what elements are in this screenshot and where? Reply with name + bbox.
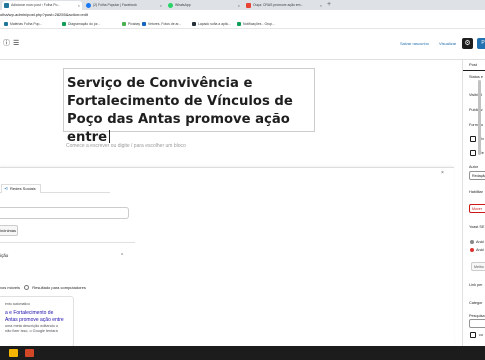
focus-keyphrase-input[interactable]	[0, 207, 129, 219]
post-format-label: Formato	[469, 123, 484, 127]
bookmark-label: Lapado sofia a aplic...	[198, 22, 231, 26]
sticky-checkbox[interactable]	[470, 136, 476, 142]
snippet-title: a e Fortalecimento de Antas promove ação…	[5, 310, 64, 323]
tab-social[interactable]: ⋖ Redes Sociais	[1, 184, 41, 193]
yoast-seo-label: Yoast SE	[469, 225, 485, 229]
readability-label[interactable]: Anál	[476, 239, 484, 245]
office-icon[interactable]	[25, 349, 34, 357]
close-icon[interactable]: ×	[441, 170, 444, 176]
tab-label: (2) Folha Popular | Facebook	[93, 3, 137, 7]
radio-desktop[interactable]	[24, 285, 30, 290]
bookmark-icon	[142, 22, 146, 26]
category-label: co	[479, 333, 484, 337]
file-explorer-icon[interactable]	[9, 349, 18, 357]
facebook-favicon-icon	[86, 3, 91, 8]
category-checkbox[interactable]	[470, 332, 476, 338]
os-taskbar	[0, 346, 485, 360]
bookmark-icon	[192, 22, 196, 26]
editor-toolbar: ⓘ ☰ Salvar rascunho Visualizar ⚙ P	[0, 29, 485, 60]
bookmark-icon	[122, 22, 126, 26]
bookmark-item[interactable]: Pixabay	[122, 19, 140, 29]
browser-tab-wp-editor[interactable]: Adicionar novo post ‹ Folha Po... ×	[2, 1, 82, 10]
section-heading[interactable]: ição	[0, 252, 8, 260]
preview-button[interactable]: Visualizar	[439, 40, 456, 48]
radio-mobile-label[interactable]: vos móveis	[0, 285, 20, 290]
address-bar[interactable]: olha/wp-admin/post.php?post=28255&action…	[0, 10, 485, 19]
snippet-site: ento automatico	[5, 302, 30, 306]
preview-mode-options: vos móveis Resultado para computadores	[0, 284, 86, 292]
seo-status-icon	[470, 248, 474, 252]
bookmark-icon	[62, 22, 66, 26]
category-search-input[interactable]	[469, 319, 485, 328]
tab-indicator	[463, 70, 485, 71]
editor-canvas: Serviço de Convivência e Fortalecimento …	[0, 60, 462, 347]
permalink-label[interactable]: Link per	[469, 282, 483, 288]
bookmark-item[interactable]: Vetores, Fotos de ar...	[142, 19, 181, 29]
bookmark-label: Matérias Folha Pop...	[10, 22, 43, 26]
browser-tab-facebook[interactable]: (2) Folha Popular | Facebook ×	[84, 1, 164, 10]
share-icon: ⋖	[4, 186, 9, 192]
metabox-tabs: ⋖ Redes Sociais	[0, 182, 110, 193]
bookmarks-bar: Matérias Folha Pop... Diagramação do jor…	[0, 19, 485, 29]
tab-label: Ouça: CRAS promove ação em...	[253, 3, 304, 7]
readability-status-icon	[470, 240, 474, 244]
chevron-up-icon[interactable]: ⌃	[120, 252, 124, 260]
close-tab-icon[interactable]: ×	[320, 1, 322, 10]
tab-post[interactable]: Post	[469, 61, 477, 69]
sidebar-scrollbar[interactable]	[478, 80, 481, 155]
list-view-icon[interactable]: ☰	[13, 40, 19, 48]
settings-sidebar: Post Status e Visibilid Publicar Formato…	[462, 60, 485, 346]
settings-icon[interactable]: ⚙	[462, 38, 473, 49]
tab-label: Adicionar novo post ‹ Folha Po...	[11, 3, 61, 7]
snippet-description: uma meta descrição editando o não fizer …	[5, 324, 58, 333]
snippet-preview[interactable]: ento automatico a e Fortalecimento de An…	[0, 296, 74, 347]
bookmark-label: Notificações - Grup...	[243, 22, 275, 26]
close-tab-icon[interactable]: ×	[238, 1, 240, 10]
move-to-trash-button[interactable]: Mover	[469, 204, 485, 213]
close-tab-icon[interactable]: ×	[78, 1, 80, 10]
radio-desktop-label[interactable]: Resultado para computadores	[32, 285, 86, 290]
seo-analysis-label[interactable]: Anál	[476, 247, 484, 253]
yoast-seo-metabox: × ⋖ Redes Sociais inônimas ição ⌃ vos mó…	[0, 167, 454, 347]
post-title-block[interactable]: Serviço de Convivência e Fortalecimento …	[63, 68, 315, 145]
audio-favicon-icon	[246, 3, 251, 8]
save-draft-button[interactable]: Salvar rascunho	[400, 40, 429, 48]
tab-social-label: Redes Sociais	[10, 186, 36, 191]
bookmark-item[interactable]: Lapado sofia a aplic...	[192, 19, 231, 29]
info-icon[interactable]: ⓘ	[3, 40, 10, 48]
categories-label[interactable]: Categor	[469, 300, 483, 306]
bookmark-label: Vetores, Fotos de ar...	[148, 22, 182, 26]
enable-label: Habilitar	[469, 190, 483, 194]
bookmark-icon	[4, 22, 8, 26]
bookmark-item[interactable]: Matérias Folha Pop...	[4, 19, 42, 29]
close-tab-icon[interactable]: ×	[160, 1, 162, 10]
paragraph-placeholder[interactable]: Comece a escrever ou digite / para escol…	[66, 142, 186, 150]
bookmark-label: Diagramação do jor...	[68, 22, 101, 26]
whatsapp-favicon-icon	[168, 3, 173, 8]
bookmark-icon	[237, 22, 241, 26]
browser-tab-whatsapp[interactable]: WhatsApp ×	[166, 1, 242, 10]
bookmark-item[interactable]: Diagramação do jor...	[62, 19, 100, 29]
synonyms-button[interactable]: inônimas	[0, 225, 18, 236]
post-title-input[interactable]: Serviço de Convivência e Fortalecimento …	[67, 76, 293, 145]
browser-tab-cras[interactable]: Ouça: CRAS promove ação em... ×	[244, 1, 324, 10]
pending-review-checkbox[interactable]	[470, 150, 476, 156]
author-select[interactable]: Redação	[469, 171, 485, 180]
author-label: Autor	[469, 165, 479, 169]
improve-button[interactable]: Melho	[471, 262, 485, 271]
tab-label: WhatsApp	[175, 3, 191, 7]
bookmark-item[interactable]: Notificações - Grup...	[237, 19, 275, 29]
browser-tab-strip: Adicionar novo post ‹ Folha Po... × (2) …	[0, 0, 485, 10]
new-tab-button[interactable]: +	[327, 0, 331, 10]
address-url[interactable]: olha/wp-admin/post.php?post=28255&action…	[0, 10, 88, 19]
section-divider	[0, 242, 135, 243]
bookmark-label: Pixabay	[128, 22, 141, 26]
publish-button[interactable]: P	[477, 38, 485, 49]
wordpress-favicon-icon	[4, 3, 9, 8]
status-visibility-label[interactable]: Status e	[469, 74, 483, 80]
